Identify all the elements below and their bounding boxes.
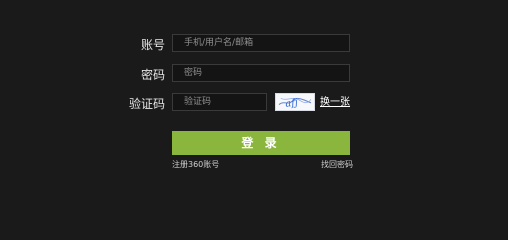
captcha-label: 验证码 [128,97,165,111]
captcha-text: afj [285,97,299,110]
forgot-password-link[interactable]: 找回密码 [321,160,353,170]
register-link[interactable]: 注册360账号 [172,160,219,170]
login-page: 账号 手机/用户名/邮箱 密码 密码 验证码 验证码 afj 换一张 登 录 注… [0,0,508,200]
password-input[interactable]: 密码 [172,64,350,82]
password-label: 密码 [140,68,165,82]
account-input[interactable]: 手机/用户名/邮箱 [172,34,350,52]
login-button[interactable]: 登 录 [172,131,350,155]
captcha-placeholder: 验证码 [184,97,212,107]
account-label: 账号 [140,38,165,52]
captcha-image[interactable]: afj [275,93,315,111]
captcha-input[interactable]: 验证码 [172,93,267,111]
password-placeholder: 密码 [184,68,203,78]
refresh-captcha-link[interactable]: 换一张 [320,97,350,108]
account-placeholder: 手机/用户名/邮箱 [184,38,254,48]
